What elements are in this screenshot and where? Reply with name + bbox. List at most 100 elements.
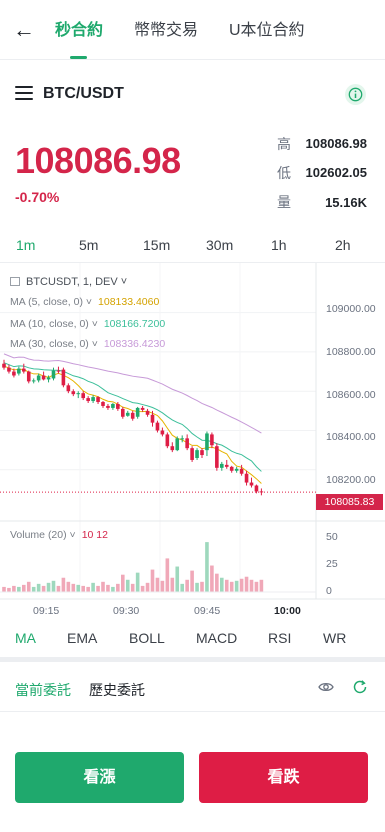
volume-axis-tick: 50 [326,531,338,543]
volume-bar [150,569,155,592]
volume-bar [249,579,254,592]
volume-bar [195,582,199,592]
volume-bar [31,586,36,592]
candle-body [180,438,184,440]
candle-body [91,397,95,402]
tab-spot-trading[interactable]: 幣幣交易 [134,20,198,42]
volume-bar [229,581,234,592]
refresh-icon[interactable] [352,679,368,700]
ma30-line [3,353,262,434]
indicator-tab-ema[interactable]: EMA [67,630,97,646]
y-axis-tick: 108800.00 [326,346,376,358]
x-axis-tick: 10:00 [274,605,301,617]
chevron-down-icon: ˅ [66,529,76,541]
candle-body [7,367,11,372]
chart-symbol-legend[interactable]: BTCUSDT, 1, DEV ˅ [10,276,127,288]
volume-bar [56,585,61,592]
indicator-tab-ma[interactable]: MA [15,630,36,646]
low-value: 102602.05 [305,165,367,180]
info-icon[interactable] [345,84,366,105]
back-arrow-icon[interactable]: ← [12,18,36,42]
volume-bar [234,580,239,592]
volume-bar [200,581,204,592]
candle-body [26,371,31,382]
y-axis-tick: 108400.00 [326,431,376,443]
candle-body [165,434,170,447]
x-axis-tick: 09:30 [113,605,140,617]
volume-bar [96,585,100,592]
y-axis-tick: 108200.00 [326,474,376,486]
buy-long-button[interactable]: 看漲 [15,752,184,803]
candle-body [106,405,110,408]
ma30-legend[interactable]: MA (30, close, 0) ˅ 108336.4230 [10,338,165,350]
volume-bar [116,583,120,592]
tab-usdt-futures[interactable]: U本位合約 [229,20,305,42]
timeframe-5m[interactable]: 5m [79,237,98,253]
candle-body [17,368,21,374]
candle-body [111,403,115,408]
symbol-name[interactable]: BTC/USDT [43,85,124,103]
volume-bar [145,582,150,592]
ma5-legend[interactable]: MA (5, close, 0) ˅ 108133.4060 [10,296,159,308]
volume-bar [86,586,90,592]
symbol-header: BTC/USDT [0,76,385,116]
candle-body [239,468,244,474]
volume-label: 量 [277,194,291,210]
timeframe-30m[interactable]: 30m [206,237,233,253]
candle-body [175,438,180,451]
volume-bar [26,581,31,592]
candle-body [170,446,175,451]
ma5-legend-label: MA (5, close, 0) [10,296,83,308]
candle-body [145,410,150,415]
volume-value: 15.16K [325,195,367,210]
tab-second-contract[interactable]: 秒合約 [55,20,103,42]
candle-body [200,450,204,456]
volume-bar [101,581,105,592]
indicator-tab-macd[interactable]: MACD [196,630,237,646]
volume-bar [51,580,56,592]
indicator-tab-rsi[interactable]: RSI [268,630,291,646]
volume-bar [106,584,110,592]
eye-icon[interactable] [318,680,334,699]
volume-bar [215,573,219,592]
volume-legend[interactable]: Volume (20) ˅ 10 12 [10,529,108,541]
candle-body [125,412,130,416]
candle-body [135,407,140,417]
volume-bar [71,583,76,592]
volume-bar [36,583,41,592]
price-chart[interactable]: BTCUSDT, 1, DEV ˅ MA (5, close, 0) ˅ 1081… [0,262,385,622]
indicator-tab-boll[interactable]: BOLL [129,630,165,646]
active-tab-indicator [70,56,87,59]
tab-order-history[interactable]: 歷史委託 [89,680,145,700]
candle-body [46,377,51,380]
timeframe-15m[interactable]: 15m [143,237,170,253]
ma30-legend-value: 108336.4230 [103,338,166,350]
volume-axis-tick: 0 [326,585,332,597]
chevron-down-icon: ˅ [117,276,128,288]
volume-bar [155,577,160,592]
volume-bar [121,574,125,592]
chart-symbol-text: BTCUSDT, 1, DEV [26,276,118,288]
x-axis-tick: 09:45 [194,605,221,617]
candle-body [12,371,16,376]
top-nav: ← 秒合約 幣幣交易 U本位合約 [0,0,385,60]
chevron-down-icon: ˅ [88,338,98,350]
timeframe-1h[interactable]: 1h [271,237,287,253]
timeframe-1m[interactable]: 1m [16,237,35,253]
hamburger-menu-icon[interactable] [15,86,33,100]
candle-body [121,408,125,417]
candle-body [234,468,239,471]
candle-body [71,391,76,395]
candle-body [36,375,41,381]
indicator-tab-wr[interactable]: WR [323,630,346,646]
sell-short-button[interactable]: 看跌 [199,752,368,803]
tab-current-orders[interactable]: 當前委託 [15,680,71,700]
candle-body [101,402,105,406]
ma10-legend[interactable]: MA (10, close, 0) ˅ 108166.7200 [10,318,165,330]
candle-body [160,430,165,435]
timeframe-2h[interactable]: 2h [335,237,351,253]
y-axis-tick: 108600.00 [326,389,376,401]
volume-bar [91,582,95,592]
candle-body [190,448,194,460]
volume-bar [130,583,135,592]
